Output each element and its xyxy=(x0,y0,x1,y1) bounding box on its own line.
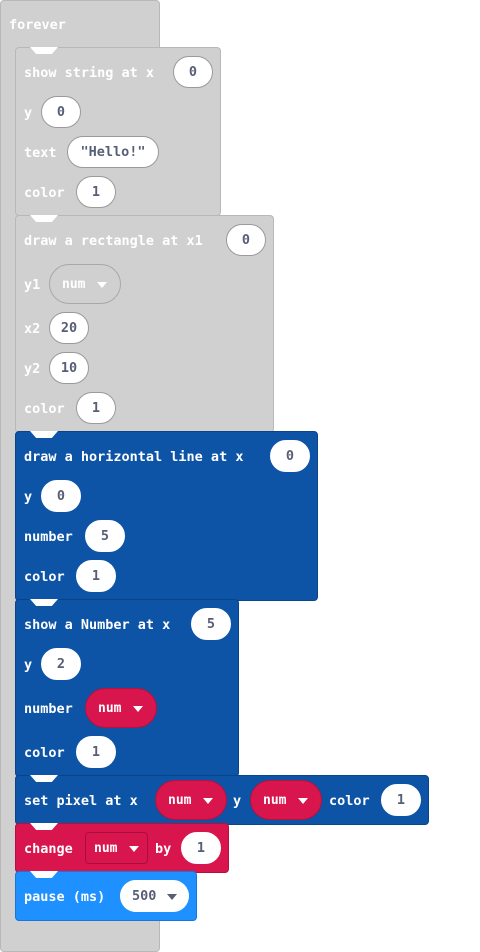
show-number-label: show a Number at x xyxy=(24,617,171,633)
number-input[interactable]: 5 xyxy=(85,520,125,552)
block-notch xyxy=(30,215,58,222)
y1-variable-slot[interactable]: num xyxy=(49,264,121,304)
number-label: number xyxy=(24,701,73,717)
color-input[interactable]: 1 xyxy=(76,560,116,592)
x2-input[interactable]: 20 xyxy=(49,312,89,344)
chevron-down-icon xyxy=(97,282,107,288)
chevron-down-icon xyxy=(298,798,308,804)
change-variable-block[interactable]: change num by 1 xyxy=(15,823,229,873)
draw-rectangle-block[interactable]: draw a rectangle at x1 0 y1 num x2 20 y2… xyxy=(15,215,274,433)
draw-rectangle-label: draw a rectangle at x1 xyxy=(24,233,203,249)
text-label: text xyxy=(24,145,57,161)
pause-block[interactable]: pause (ms) 500 xyxy=(15,871,197,921)
number-label: number xyxy=(24,529,73,545)
y1-variable-label: num xyxy=(62,276,86,292)
variable-label: num xyxy=(94,840,118,856)
x-input[interactable]: 5 xyxy=(191,608,231,640)
color-label: color xyxy=(329,793,370,809)
show-number-block[interactable]: show a Number at x 5 y 2 number num colo… xyxy=(15,599,239,777)
block-notch xyxy=(30,871,58,878)
x-input[interactable]: 0 xyxy=(270,440,310,472)
y-input[interactable]: 2 xyxy=(41,648,81,680)
color-label: color xyxy=(24,745,65,761)
number-variable-dropdown[interactable]: num xyxy=(85,688,157,728)
hline-label: draw a horizontal line at x xyxy=(24,449,244,465)
pause-label: pause (ms) xyxy=(24,889,106,905)
y2-label: y2 xyxy=(24,361,41,377)
block-notch xyxy=(30,431,58,438)
draw-horizontal-line-block[interactable]: draw a horizontal line at x 0 y 0 number… xyxy=(15,431,318,601)
color-label: color xyxy=(24,569,65,585)
text-input[interactable]: "Hello!" xyxy=(67,136,159,168)
block-notch xyxy=(30,775,58,782)
color-label: color xyxy=(24,185,65,201)
x-variable-label: num xyxy=(168,792,192,808)
change-label: change xyxy=(24,841,73,857)
y-label: y xyxy=(24,105,33,121)
x1-input[interactable]: 0 xyxy=(226,224,266,256)
color-input[interactable]: 1 xyxy=(76,392,116,424)
y-input[interactable]: 0 xyxy=(41,96,81,128)
y-input[interactable]: 0 xyxy=(41,480,81,512)
by-input[interactable]: 1 xyxy=(181,832,221,864)
color-input[interactable]: 1 xyxy=(76,176,116,208)
y-label: y xyxy=(233,793,242,809)
block-notch xyxy=(30,47,58,54)
x-variable-dropdown[interactable]: num xyxy=(155,780,227,820)
x-input[interactable]: 0 xyxy=(173,56,213,88)
block-notch xyxy=(30,823,58,830)
y2-input[interactable]: 10 xyxy=(49,352,89,384)
chevron-down-icon xyxy=(167,894,177,900)
color-input[interactable]: 1 xyxy=(76,736,116,768)
chevron-down-icon xyxy=(133,706,143,712)
block-notch xyxy=(30,599,58,606)
show-string-block[interactable]: show string at x 0 y 0 text "Hello!" col… xyxy=(15,47,221,216)
color-label: color xyxy=(24,401,65,417)
chevron-down-icon xyxy=(203,798,213,804)
y-variable-label: num xyxy=(263,792,287,808)
pause-duration-dropdown[interactable]: 500 xyxy=(120,880,189,912)
set-pixel-label: set pixel at x xyxy=(24,793,138,809)
show-string-label: show string at x xyxy=(24,65,155,81)
x2-label: x2 xyxy=(24,321,41,337)
pause-duration-value: 500 xyxy=(132,888,157,904)
forever-label: forever xyxy=(9,17,66,33)
y1-label: y1 xyxy=(24,277,41,293)
by-label: by xyxy=(155,841,172,857)
variable-dropdown[interactable]: num xyxy=(85,832,148,864)
y-label: y xyxy=(24,657,33,673)
number-variable-label: num xyxy=(98,700,122,716)
set-pixel-block[interactable]: set pixel at x num y num color 1 xyxy=(15,775,429,825)
color-input[interactable]: 1 xyxy=(381,784,421,816)
chevron-down-icon xyxy=(129,846,139,852)
y-label: y xyxy=(24,489,33,505)
y-variable-dropdown[interactable]: num xyxy=(250,780,322,820)
